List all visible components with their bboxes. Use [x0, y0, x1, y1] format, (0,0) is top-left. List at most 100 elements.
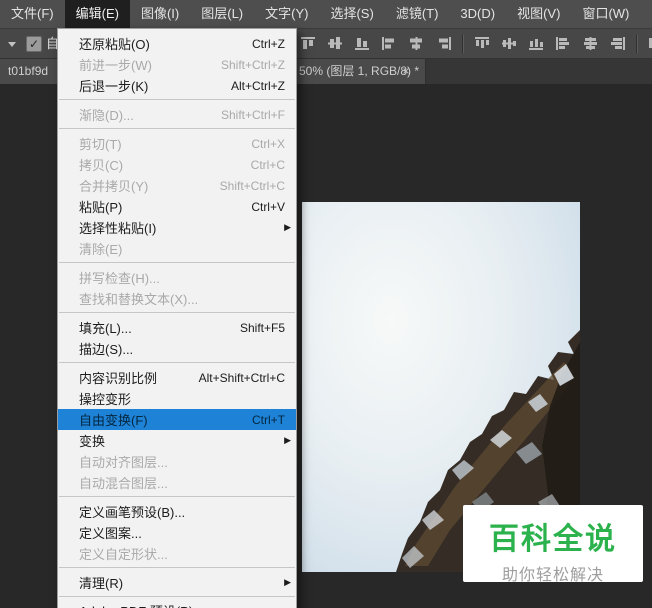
- menu-item[interactable]: 定义画笔预设(B)...: [58, 501, 296, 522]
- menu-item-shortcut: Ctrl+X: [251, 136, 285, 151]
- menubar-item[interactable]: 3D(D): [449, 0, 506, 28]
- distribute-bottom-edges-icon[interactable]: [528, 36, 545, 51]
- menu-item-shortcut: Shift+Ctrl+Z: [220, 57, 285, 72]
- menu-item: 合并拷贝(Y) Shift+Ctrl+C: [58, 175, 296, 196]
- menu-separator: [59, 312, 295, 313]
- menubar-item[interactable]: 帮助(H): [640, 0, 652, 28]
- menu-item-label: 自动对齐图层...: [79, 455, 168, 470]
- distribute-left-edges-icon[interactable]: [555, 36, 572, 51]
- menubar-item[interactable]: 选择(S): [319, 0, 384, 28]
- menu-item: 渐隐(D)... Shift+Ctrl+F: [58, 104, 296, 125]
- menubar-item[interactable]: 图层(L): [190, 0, 254, 28]
- menu-separator: [59, 596, 295, 597]
- menu-item[interactable]: 清理(R) ▶: [58, 572, 296, 593]
- menu-item-shortcut: Shift+F5: [239, 320, 285, 335]
- menu-item-label: 内容识别比例: [79, 371, 158, 386]
- menubar-item[interactable]: 窗口(W): [571, 0, 640, 28]
- align-right-edges-icon[interactable]: [435, 36, 452, 51]
- menu-item-shortcut: Ctrl+T: [252, 412, 285, 427]
- menu-item[interactable]: 选择性粘贴(I) ▶: [58, 217, 296, 238]
- menu-item-label: 定义自定形状...: [79, 547, 168, 562]
- tab-close-icon[interactable]: ×: [398, 58, 414, 84]
- toolbar-separator: [636, 34, 638, 53]
- menu-item: 自动对齐图层...: [58, 451, 296, 472]
- menu-item-shortcut: Ctrl+V: [251, 199, 285, 214]
- menu-item: 清除(E): [58, 238, 296, 259]
- menu-item-label: 清除(E): [79, 242, 123, 257]
- menu-item[interactable]: 后退一步(K) Alt+Ctrl+Z: [58, 75, 296, 96]
- menubar-item[interactable]: 滤镜(T): [385, 0, 450, 28]
- menu-item: 自动混合图层...: [58, 472, 296, 493]
- distribute-vertical-centers-icon[interactable]: [501, 36, 518, 51]
- menu-item[interactable]: 操控变形: [58, 388, 296, 409]
- auto-select-checkbox[interactable]: ✓: [26, 36, 42, 52]
- menu-separator: [59, 262, 295, 263]
- menu-separator: [59, 567, 295, 568]
- watermark-title: 百科全说: [489, 523, 617, 556]
- submenu-arrow-icon: ▶: [284, 435, 291, 445]
- menubar-item[interactable]: 图像(I): [130, 0, 190, 28]
- distribute-horizontal-centers-icon[interactable]: [582, 36, 599, 51]
- menu-item-shortcut: Ctrl+Z: [252, 36, 285, 51]
- menu-item-shortcut: Shift+Ctrl+C: [219, 178, 285, 193]
- menu-item-shortcut: Alt+Shift+Ctrl+C: [198, 370, 285, 385]
- menu-item-label: 定义图案...: [79, 526, 142, 541]
- menu-separator: [59, 362, 295, 363]
- document-tab-title-start: t01bf9d: [8, 64, 49, 78]
- menu-item[interactable]: 定义图案...: [58, 522, 296, 543]
- menu-item-label: 填充(L)...: [79, 321, 132, 336]
- tool-preset-dropdown-icon[interactable]: [8, 42, 16, 47]
- menubar: 文件(F) 编辑(E) 图像(I) 图层(L) 文字(Y) 选择(S) 滤镜(T) 3D(D)…: [0, 0, 652, 29]
- menubar-item[interactable]: 文字(Y): [254, 0, 319, 28]
- menu-separator: [59, 99, 295, 100]
- menu-item[interactable]: 描边(S)...: [58, 338, 296, 359]
- watermark-subtitle: 助你轻松解决: [501, 567, 604, 584]
- menubar-item[interactable]: 文件(F): [0, 0, 65, 28]
- menu-item-label: 操控变形: [79, 392, 132, 407]
- menu-item-label: 剪切(T): [79, 137, 122, 152]
- menu-item-label: 自动混合图层...: [79, 476, 168, 491]
- menu-item-label: 查找和替换文本(X)...: [79, 292, 199, 307]
- menu-item[interactable]: 还原粘贴(O) Ctrl+Z: [58, 33, 296, 54]
- menu-item: 查找和替换文本(X)...: [58, 288, 296, 309]
- submenu-arrow-icon: ▶: [284, 222, 291, 232]
- submenu-arrow-icon: ▶: [284, 577, 291, 587]
- menu-item-label: 后退一步(K): [79, 79, 149, 94]
- watermark-card: 百科全说 助你轻松解决: [463, 505, 643, 584]
- align-horizontal-centers-icon[interactable]: [408, 36, 425, 51]
- menu-item-shortcut: Alt+Ctrl+Z: [230, 78, 285, 93]
- align-bottom-edges-icon[interactable]: [354, 36, 371, 51]
- photoshop-window: 文件(F) 编辑(E) 图像(I) 图层(L) 文字(Y) 选择(S) 滤镜(T) 3D(D)…: [0, 0, 652, 608]
- menu-item-label: 描边(S)...: [79, 342, 134, 357]
- menu-separator: [59, 128, 295, 129]
- menu-item-label: 变换: [79, 434, 106, 449]
- auto-align-layers-icon[interactable]: [648, 36, 652, 51]
- menubar-item[interactable]: 视图(V): [506, 0, 571, 28]
- menu-item[interactable]: 填充(L)... Shift+F5: [58, 317, 296, 338]
- menu-item-label: 定义画笔预设(B)...: [79, 505, 186, 520]
- menu-item-label: 渐隐(D)...: [79, 108, 134, 123]
- align-vertical-centers-icon[interactable]: [327, 36, 344, 51]
- menu-item-shortcut: Ctrl+C: [250, 157, 285, 172]
- menu-item: 剪切(T) Ctrl+X: [58, 133, 296, 154]
- menubar-item[interactable]: 编辑(E): [64, 0, 130, 28]
- menu-item-label: 清理(R): [79, 576, 124, 591]
- menu-item[interactable]: Adobe PDF 预设(P)...: [58, 601, 296, 608]
- menu-separator: [59, 496, 295, 497]
- menu-item[interactable]: 粘贴(P) Ctrl+V: [58, 196, 296, 217]
- align-left-edges-icon[interactable]: [381, 36, 398, 51]
- menu-item: 定义自定形状...: [58, 543, 296, 564]
- distribute-top-edges-icon[interactable]: [474, 36, 491, 51]
- menu-item-label: 拼写检查(H)...: [79, 271, 160, 286]
- toolbar-separator: [462, 34, 464, 53]
- align-top-edges-icon[interactable]: [300, 36, 317, 51]
- menu-item-shortcut: Shift+Ctrl+F: [220, 107, 285, 122]
- menu-item[interactable]: 内容识别比例 Alt+Shift+Ctrl+C: [58, 367, 296, 388]
- menu-item[interactable]: 自由变换(F) Ctrl+T: [58, 409, 296, 430]
- menu-item-label: 自由变换(F): [79, 413, 148, 428]
- menu-item[interactable]: 变换 ▶: [58, 430, 296, 451]
- menu-item: 前进一步(W) Shift+Ctrl+Z: [58, 54, 296, 75]
- edit-menu-panel: 还原粘贴(O) Ctrl+Z 前进一步(W) Shift+Ctrl+Z 后退一步(K) A…: [57, 28, 297, 608]
- distribute-right-edges-icon[interactable]: [609, 36, 626, 51]
- menu-item: 拷贝(C) Ctrl+C: [58, 154, 296, 175]
